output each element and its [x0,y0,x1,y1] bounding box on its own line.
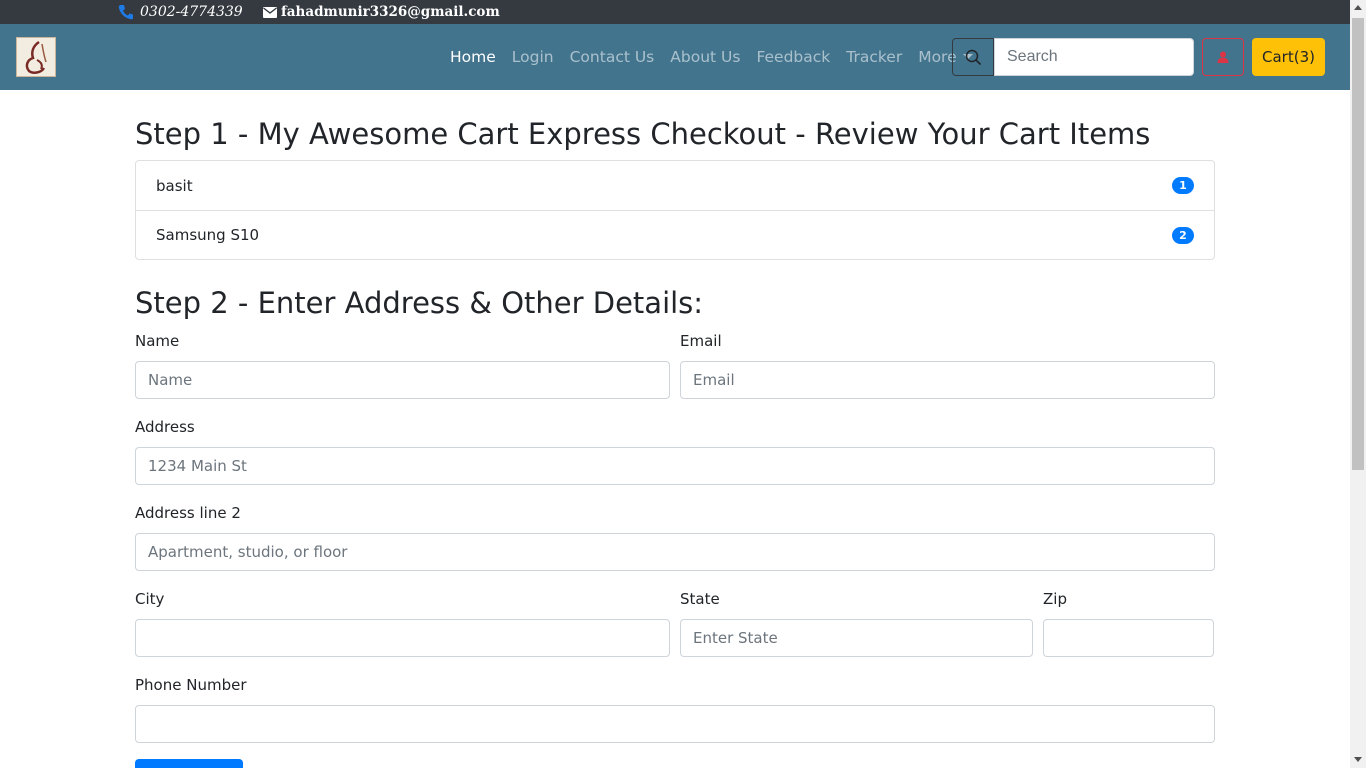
cart-items-list: basit 1 Samsung S10 2 [135,160,1215,260]
scrollbar-thumb[interactable] [1352,18,1364,470]
email-address: fahadmunir3326@gmail.com [281,4,500,20]
contact-topbar: 0302-4774339 fahadmunir3326@gmail.com [0,0,1350,24]
name-field[interactable] [135,361,670,399]
list-item: basit 1 [136,161,1214,210]
zip-label: Zip [1043,590,1067,608]
quantity-badge: 1 [1172,177,1194,194]
nav-tracker[interactable]: Tracker [846,48,902,66]
scroll-up-icon[interactable] [1354,5,1362,10]
user-button[interactable] [1202,38,1244,76]
brand-logo-icon [25,40,47,74]
address2-field[interactable] [135,533,1215,571]
phone-contact: 0302-4774339 [118,4,243,20]
nav-links: Home Login Contact Us About Us Feedback … [450,48,989,66]
phone-number: 0302-4774339 [140,4,243,20]
cart-button[interactable]: Cart(3) [1252,38,1325,76]
address2-label: Address line 2 [135,504,241,522]
nav-about-us[interactable]: About Us [670,48,740,66]
page-scrollbar[interactable] [1350,0,1366,768]
cart-item-name: basit [156,176,193,195]
email-field[interactable] [680,361,1215,399]
submit-button[interactable] [135,759,243,768]
zip-field[interactable] [1043,619,1214,657]
name-label: Name [135,332,180,350]
scroll-down-icon[interactable] [1354,757,1362,762]
envelope-icon [263,6,277,18]
brand-logo[interactable] [16,37,56,77]
city-label: City [135,590,165,608]
city-field[interactable] [135,619,670,657]
search-button[interactable] [952,38,994,76]
state-label: State [680,590,720,608]
nav-contact-us[interactable]: Contact Us [570,48,655,66]
nav-more-label: More [918,48,957,66]
state-field[interactable] [680,619,1033,657]
cart-item-name: Samsung S10 [156,226,260,244]
main-navbar: Home Login Contact Us About Us Feedback … [0,24,1350,90]
search-input[interactable] [994,38,1194,76]
nav-feedback[interactable]: Feedback [756,48,830,66]
email-contact: fahadmunir3326@gmail.com [263,4,500,20]
nav-home[interactable]: Home [450,48,496,66]
user-icon [1217,51,1229,63]
step1-title: Step 1 - My Awesome Cart Express Checkou… [135,117,1151,151]
phone-label: Phone Number [135,676,247,694]
phone-field[interactable] [135,705,1215,743]
list-item: Samsung S10 2 [136,210,1214,259]
search-icon [965,49,981,65]
step2-title: Step 2 - Enter Address & Other Details: [135,286,704,320]
nav-login[interactable]: Login [512,48,554,66]
phone-icon [118,5,133,20]
address-label: Address [135,418,195,436]
quantity-badge: 2 [1172,226,1194,244]
email-label: Email [680,332,722,350]
address-field[interactable] [135,447,1215,485]
